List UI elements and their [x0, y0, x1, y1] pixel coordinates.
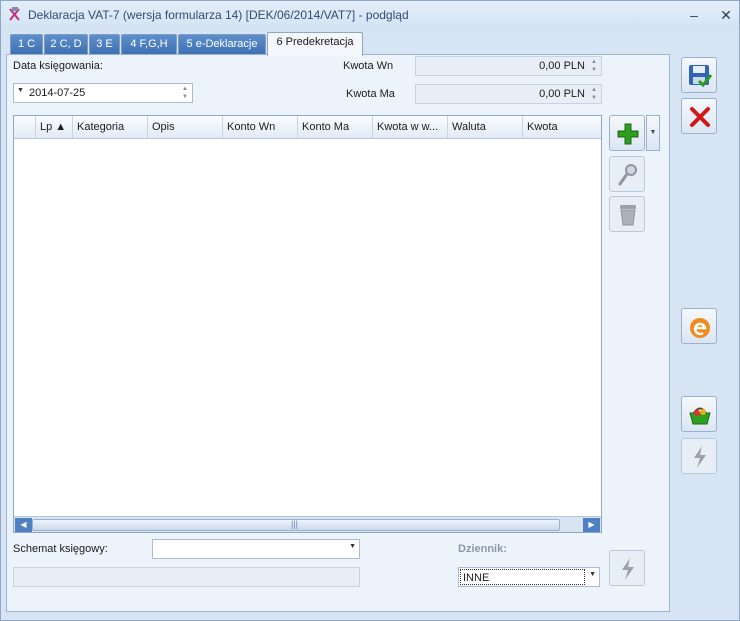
title-bar: Deklaracja VAT-7 (wersja formularza 14) … [1, 1, 739, 30]
main-window: Deklaracja VAT-7 (wersja formularza 14) … [0, 0, 740, 621]
column-kwota[interactable]: Kwota [523, 116, 601, 139]
scroll-left-icon[interactable]: ◀ [15, 518, 32, 532]
tab-2-c-d[interactable]: 2 C, D [44, 34, 88, 55]
tab-3-e[interactable]: 3 E [89, 34, 120, 55]
column-waluta[interactable]: Waluta [448, 116, 523, 139]
close-button[interactable]: ✕ [715, 5, 737, 25]
kwota-wn-value: 0,00 PLN [539, 60, 585, 72]
date-field[interactable]: ▼ 2014-07-25 ▲ ▼ [13, 83, 193, 103]
save-icon [689, 65, 713, 88]
chevron-down-icon[interactable]: ▼ [17, 87, 24, 94]
schemat-label: Schemat księgowy: [13, 543, 108, 555]
dziennik-combo[interactable]: INNE ▼ [458, 567, 600, 587]
trash-icon [620, 205, 636, 226]
grid-header: Lp ▲ Kategoria Opis Konto Wn Konto Ma Kw… [14, 116, 601, 139]
grip-icon: ||| [291, 519, 299, 529]
date-spinner[interactable]: ▲ ▼ [180, 85, 190, 101]
kwota-ma-spinner: ▲ ▼ [591, 87, 597, 101]
add-button[interactable] [609, 115, 645, 151]
scroll-right-icon[interactable]: ▶ [583, 518, 600, 532]
add-dropdown-button[interactable]: ▼ [646, 115, 660, 151]
column-opis[interactable]: Opis [148, 116, 223, 139]
column-lp[interactable]: Lp ▲ [36, 116, 73, 139]
magnifier-icon [618, 164, 637, 186]
lightning-button-bottom[interactable] [609, 550, 645, 586]
schemat-combo[interactable]: ▼ [152, 539, 360, 559]
date-value: 2014-07-25 [29, 87, 86, 99]
column-selector[interactable] [14, 116, 36, 139]
kwota-ma-value: 0,00 PLN [539, 88, 585, 100]
date-label: Data księgowania: [13, 60, 103, 72]
chevron-down-icon[interactable]: ▼ [349, 543, 356, 550]
edit-button[interactable] [609, 156, 645, 192]
basket-icon [689, 407, 711, 425]
tab-4-fgh[interactable]: 4 F,G,H [121, 34, 177, 55]
kwota-ma-field: 0,00 PLN ▲ ▼ [415, 84, 602, 104]
plus-icon [617, 123, 639, 145]
column-kwota-w-walucie[interactable]: Kwota w w... [373, 116, 448, 139]
column-kategoria[interactable]: Kategoria [73, 116, 148, 139]
cancel-button[interactable] [681, 98, 717, 134]
tab-5-e-deklaracje[interactable]: 5 e-Deklaracje [178, 34, 266, 55]
schemat-description-field [13, 567, 360, 587]
dziennik-value: INNE [460, 569, 585, 585]
grid-horizontal-scrollbar[interactable]: ◀ ||| ▶ [14, 516, 601, 532]
tab-6-predekretacja[interactable]: 6 Predekretacja [267, 32, 363, 56]
kwota-wn-spinner: ▲ ▼ [591, 59, 597, 73]
cancel-icon [690, 107, 710, 127]
column-konto-ma[interactable]: Konto Ma [298, 116, 373, 139]
vat-document-icon [8, 7, 22, 23]
column-konto-wn[interactable]: Konto Wn [223, 116, 298, 139]
kwota-ma-label: Kwota Ma [346, 88, 395, 100]
tab-1-c[interactable]: 1 C [10, 34, 43, 55]
window-title: Deklaracja VAT-7 (wersja formularza 14) … [28, 8, 409, 22]
kwota-wn-field: 0,00 PLN ▲ ▼ [415, 56, 602, 76]
dziennik-label: Dziennik: [458, 543, 507, 555]
lightning-button-top[interactable] [681, 438, 717, 474]
scroll-thumb[interactable]: ||| [32, 519, 560, 531]
e-declaration-button[interactable] [681, 308, 717, 344]
chevron-down-icon[interactable]: ▼ [589, 571, 596, 578]
lightning-icon [694, 446, 706, 468]
lightning-icon [622, 558, 634, 580]
basket-button[interactable] [681, 396, 717, 432]
save-button[interactable] [681, 57, 717, 93]
e-declaration-icon [690, 318, 710, 338]
delete-button[interactable] [609, 196, 645, 232]
predekretacja-grid[interactable]: Lp ▲ Kategoria Opis Konto Wn Konto Ma Kw… [13, 115, 602, 533]
minimize-button[interactable]: – [683, 5, 705, 25]
kwota-wn-label: Kwota Wn [343, 60, 394, 72]
